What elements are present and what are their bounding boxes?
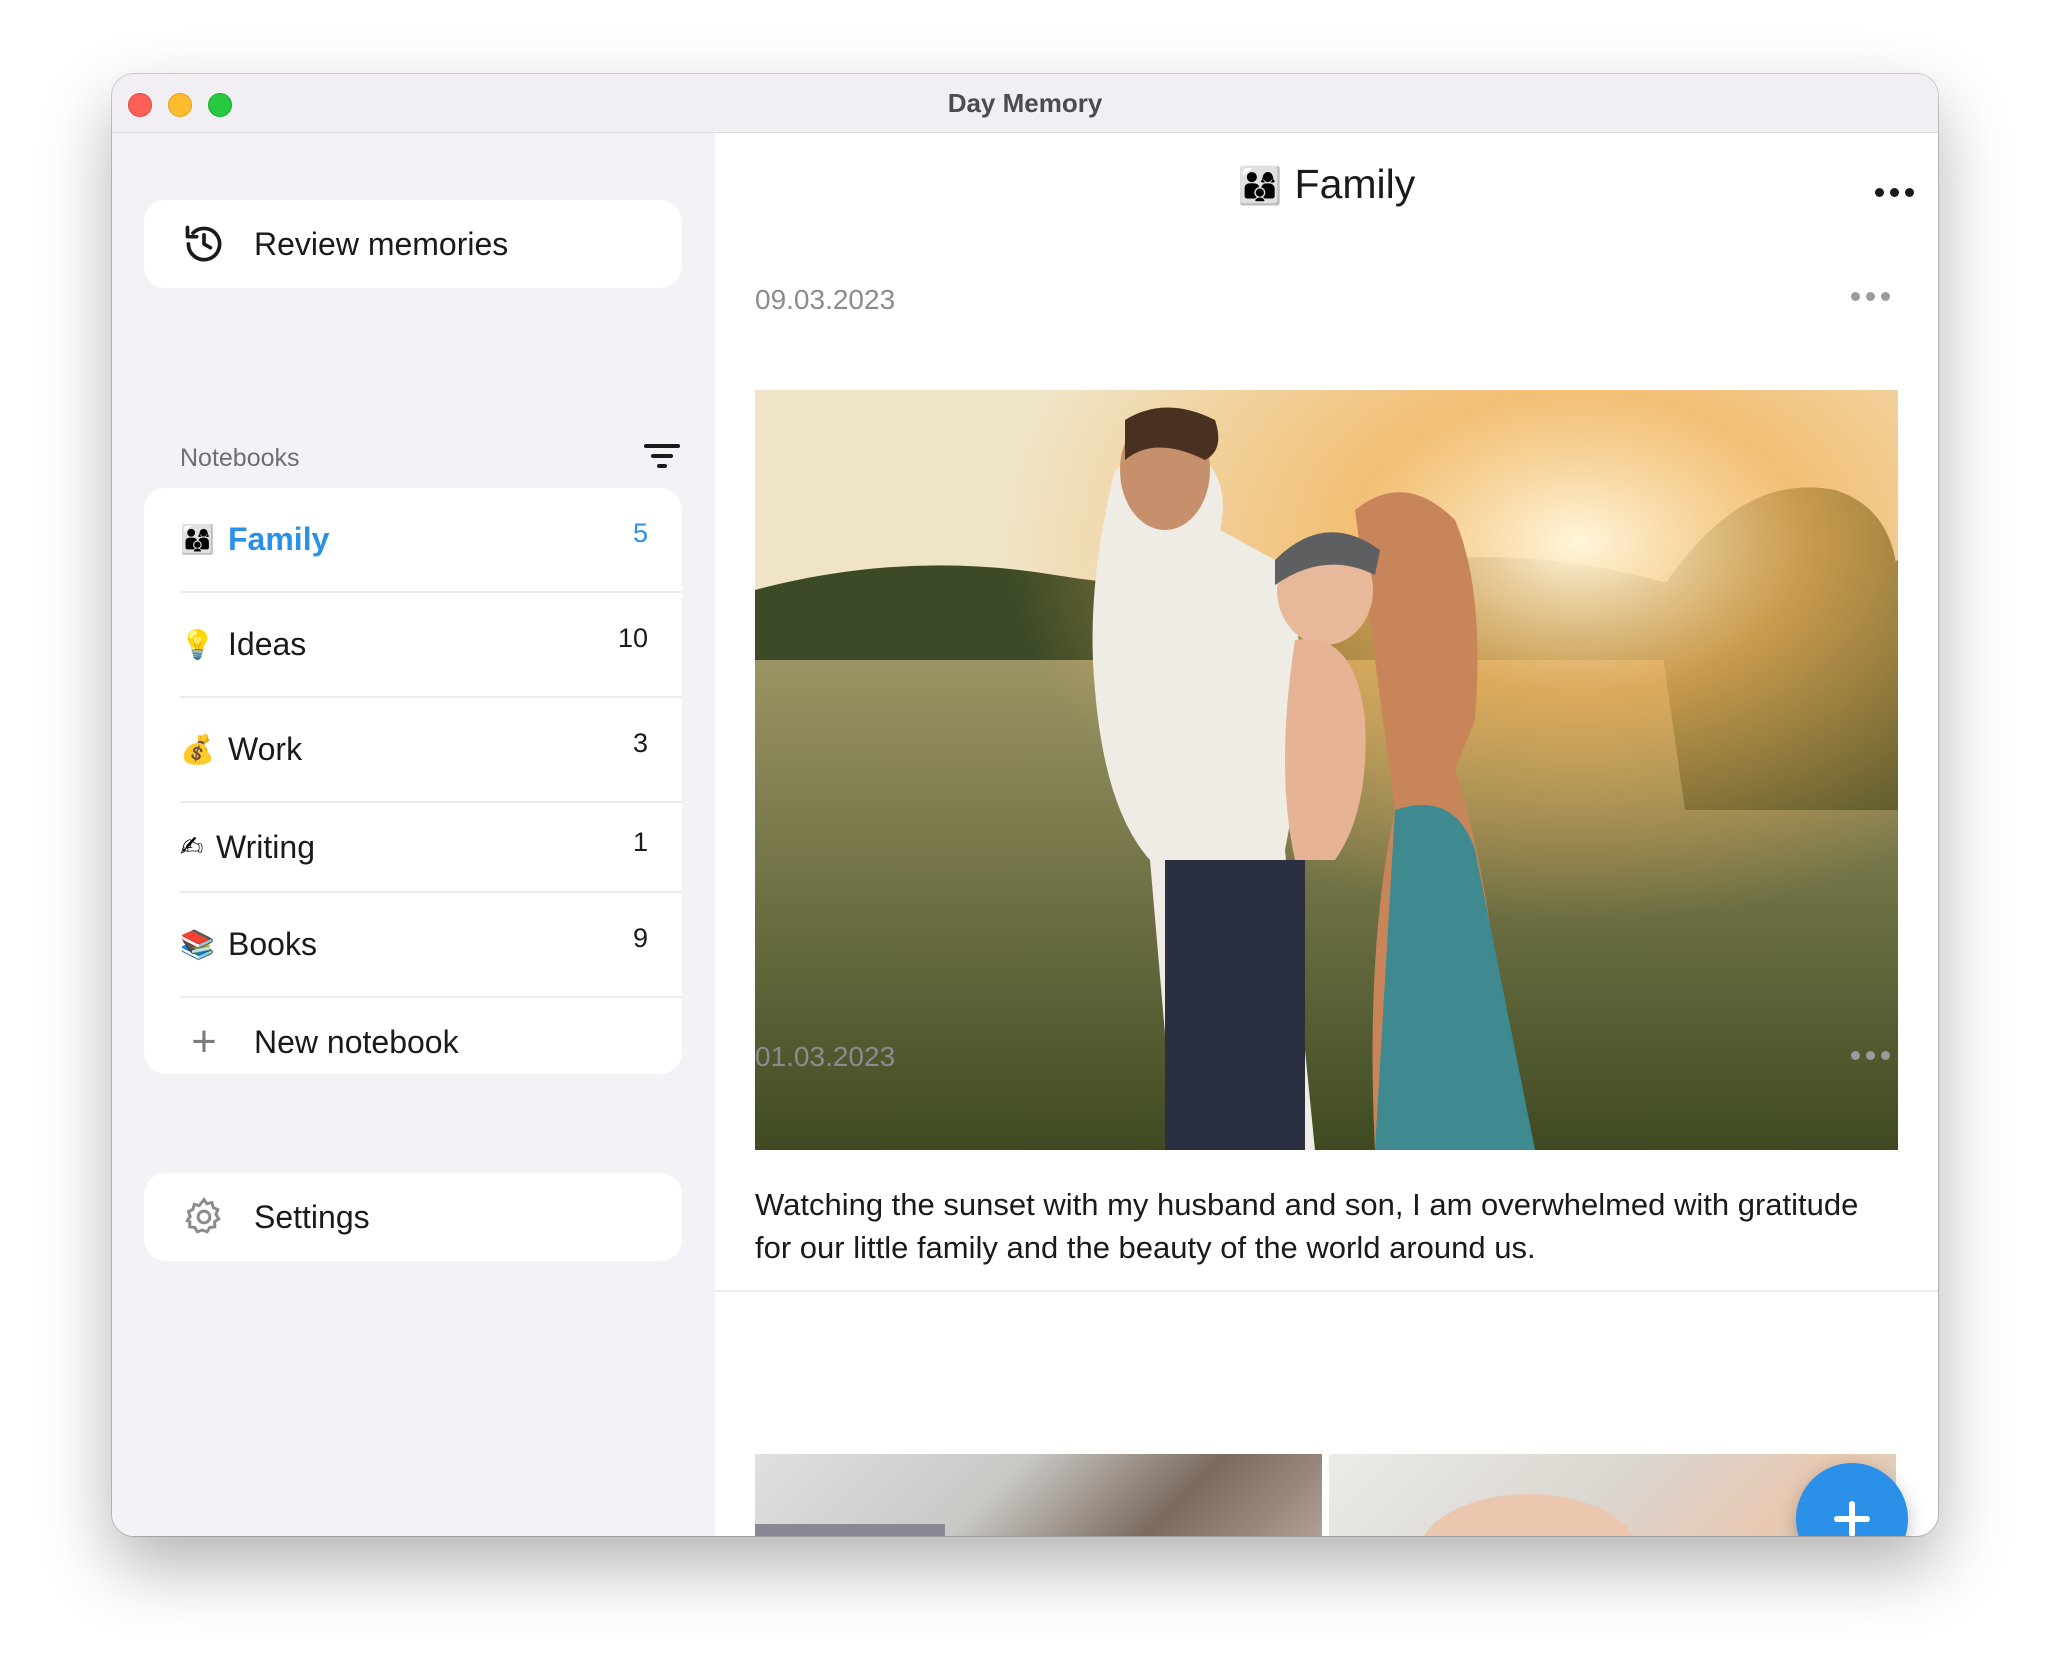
books-icon: 📚: [180, 928, 215, 960]
writing-hand-icon: ✍: [180, 831, 204, 862]
entry-divider: [715, 1290, 1938, 1292]
settings-label: Settings: [254, 1198, 370, 1235]
entry-text: Watching the sunset with my husband and …: [755, 1187, 1859, 1265]
notebook-more-icon[interactable]: [1875, 188, 1914, 197]
sidebar: Review memories Notebooks 👨‍👩‍👦 Family 5…: [112, 133, 714, 1536]
notebook-header: 👨‍👩‍👦 Family: [715, 161, 1938, 223]
notebook-item-writing[interactable]: ✍ Writing 1: [180, 803, 682, 893]
entry-photo-thumbnail[interactable]: [755, 1454, 1322, 1536]
notebook-name: Books: [228, 926, 317, 962]
family-icon: 👨‍👩‍👦: [1237, 165, 1283, 206]
notebook-name: Work: [228, 731, 303, 767]
money-bag-icon: 💰: [180, 733, 215, 765]
plus-icon: [1834, 1501, 1870, 1536]
title-bar: Day Memory: [112, 74, 1938, 133]
notebook-count: 1: [632, 827, 648, 857]
sort-filter-icon[interactable]: [644, 441, 680, 476]
notebook-count: 9: [632, 923, 648, 953]
entry-date: 01.03.2023: [755, 1041, 896, 1072]
notebook-name: Writing: [216, 828, 315, 865]
app-window: Day Memory Review memories Notebooks: [112, 74, 1938, 1536]
review-memories-label: Review memories: [254, 225, 509, 262]
new-notebook-label: New notebook: [254, 1023, 459, 1060]
entry-more-icon[interactable]: [1851, 292, 1890, 301]
notebook-name: Family: [228, 521, 330, 557]
plus-icon: +: [191, 1017, 217, 1066]
notebook-item-ideas[interactable]: 💡 Ideas 10: [180, 593, 682, 698]
history-icon: [180, 220, 228, 268]
window-title: Day Memory: [947, 88, 1103, 118]
notebook-count: 3: [632, 728, 648, 758]
page-title: 👨‍👩‍👦 Family: [1238, 161, 1416, 207]
lightbulb-icon: 💡: [180, 628, 215, 660]
notebook-item-work[interactable]: 💰 Work 3: [180, 698, 682, 803]
notebooks-list: 👨‍👩‍👦 Family 5 💡 Ideas 10 💰 Work 3 ✍ Wri…: [144, 488, 682, 1074]
main-content: 👨‍👩‍👦 Family 09.03.2023: [715, 133, 1938, 1536]
entry-more-icon[interactable]: [1851, 1051, 1890, 1060]
new-notebook-button[interactable]: + New notebook: [180, 998, 682, 1086]
notebook-name: Ideas: [228, 626, 307, 662]
notebooks-header-label: Notebooks: [180, 443, 300, 472]
entry-date: 09.03.2023: [755, 284, 896, 315]
family-icon: 👨‍👩‍👦: [180, 523, 215, 555]
notebook-item-books[interactable]: 📚 Books 9: [180, 893, 682, 998]
page-title-text: Family: [1294, 161, 1416, 207]
settings-button[interactable]: Settings: [144, 1173, 682, 1261]
review-memories-button[interactable]: Review memories: [144, 200, 682, 288]
notebooks-header: Notebooks: [180, 438, 680, 478]
notebook-item-family[interactable]: 👨‍👩‍👦 Family 5: [180, 488, 682, 593]
notebook-count: 10: [617, 623, 648, 653]
gear-icon: [180, 1193, 228, 1241]
entry-photo[interactable]: [755, 390, 1898, 1150]
notebook-count: 5: [632, 518, 648, 548]
